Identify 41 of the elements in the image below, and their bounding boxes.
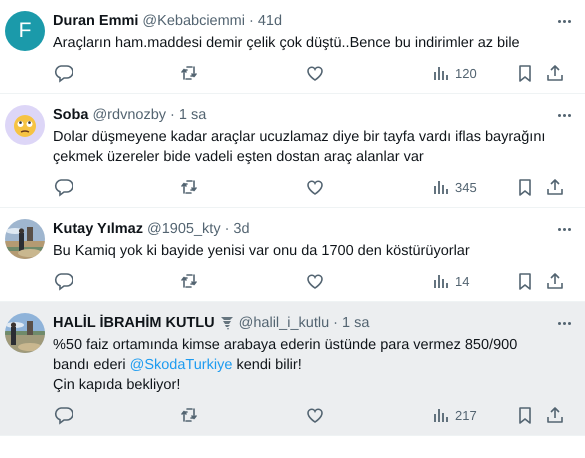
more-icon[interactable] xyxy=(556,322,573,324)
more-icon[interactable] xyxy=(556,20,573,22)
separator-dot: · xyxy=(224,221,230,237)
user-handle[interactable]: @halil_i_kutlu xyxy=(238,315,330,331)
separator-dot: · xyxy=(170,107,175,123)
view-count: 120 xyxy=(455,66,477,80)
reply-icon[interactable] xyxy=(53,405,73,425)
retweet-icon[interactable] xyxy=(179,177,199,197)
more-icon[interactable] xyxy=(556,114,573,116)
tweet-text: %50 faiz ortamında kimse arabaya ederin üstünde para vermez 850/900 bandı ederi @SkodaTurkiye kendi bilir! Çin kapıda bekliyor! xyxy=(53,336,518,395)
share-icon[interactable] xyxy=(545,271,565,291)
reply-icon[interactable] xyxy=(53,63,73,83)
tweet-text: Bu Kamiq yok ki bayide yenisi var onu da 1700 den köstürüyorlar xyxy=(53,242,471,261)
user-name[interactable]: HALİL İBRAHİM KUTLU xyxy=(53,315,215,331)
tweet-text: Dolar düşmeyene kadar araçlar ucuzlamaz diye bir tayfa vardı iflas bayrağını çekmek üzereler bide vadeli eşten dostan araç alanlar var xyxy=(53,128,546,167)
share-icon[interactable] xyxy=(545,405,565,425)
share-icon[interactable] xyxy=(545,177,565,197)
retweet-icon[interactable] xyxy=(179,63,199,83)
view-count: 345 xyxy=(455,180,477,194)
view-count: 217 xyxy=(455,408,477,422)
share-icon[interactable] xyxy=(545,63,565,83)
user-name[interactable]: Kutay Yılmaz xyxy=(53,221,143,237)
separator-dot: · xyxy=(248,13,254,29)
avatar[interactable]: F xyxy=(5,11,45,51)
user-handle[interactable]: @rdvnozby xyxy=(92,107,166,123)
user-handle[interactable]: @Kebabciemmi xyxy=(142,13,245,29)
reply-icon[interactable] xyxy=(53,271,73,291)
reply-icon[interactable] xyxy=(53,177,73,197)
user-name[interactable]: Soba xyxy=(53,107,88,123)
post-time[interactable]: 1 sa xyxy=(178,107,206,123)
post-time[interactable]: 3d xyxy=(233,221,250,237)
more-icon[interactable] xyxy=(556,228,573,230)
tweet-text: Araçların ham.maddesi demir çelik çok düştü..Bence bu indirimler az bile xyxy=(53,34,521,53)
post-time[interactable]: 41d xyxy=(258,13,282,29)
user-name[interactable]: Duran Emmi xyxy=(53,13,138,29)
view-count: 14 xyxy=(455,274,470,288)
post-time[interactable]: 1 sa xyxy=(342,315,370,331)
retweet-icon[interactable] xyxy=(179,271,199,291)
retweet-icon[interactable] xyxy=(179,405,199,425)
user-handle[interactable]: @1905_kty xyxy=(147,221,221,237)
separator-dot: · xyxy=(333,315,338,331)
